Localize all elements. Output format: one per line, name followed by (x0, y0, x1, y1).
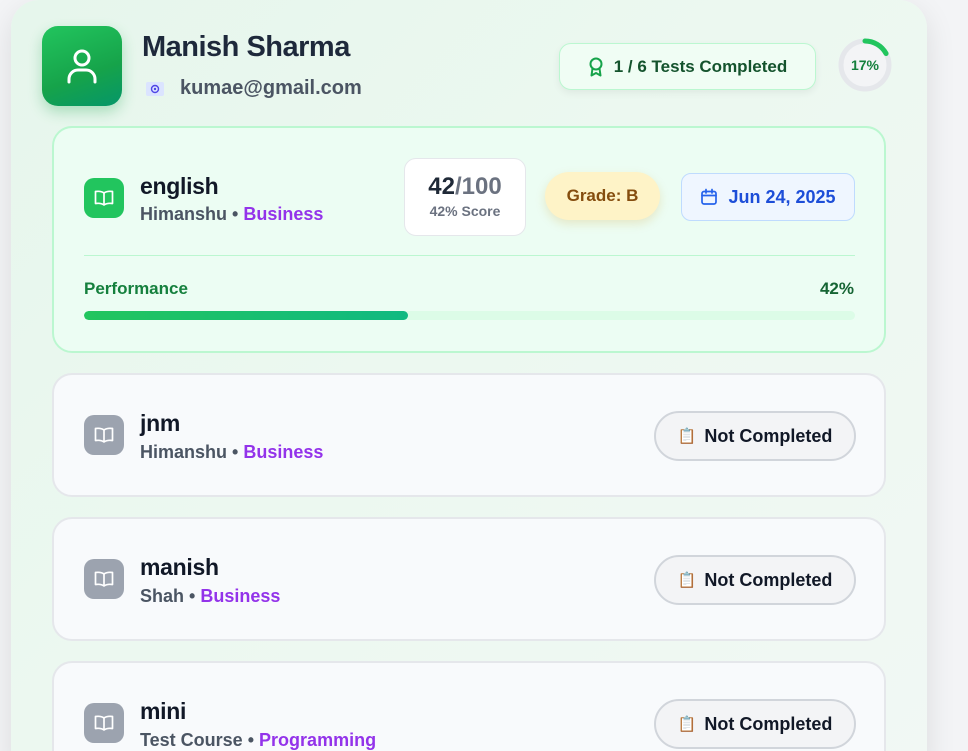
meta-separator: • (247, 730, 255, 750)
test-meta: Himanshu • Business (140, 204, 323, 225)
test-card-jnm[interactable]: jnm Himanshu • Business 📋 Not Completed (52, 373, 886, 497)
student-name: Manish Sharma (142, 31, 350, 63)
award-icon (589, 57, 603, 76)
test-meta: Test Course • Programming (140, 730, 376, 751)
email-row: kumae@gmail.com (146, 77, 362, 100)
meta-separator: • (232, 442, 239, 462)
meta-separator: • (232, 204, 239, 224)
test-card-manish[interactable]: manish Shah • Business 📋 Not Completed (52, 517, 886, 641)
not-completed-badge: 📋 Not Completed (654, 411, 856, 461)
performance-bar-fill (84, 311, 408, 320)
test-instructor: Test Course (140, 730, 243, 750)
test-meta: Himanshu • Business (140, 442, 323, 463)
test-instructor: Himanshu (140, 442, 228, 462)
user-icon (67, 49, 97, 84)
test-instructor: Shah (140, 586, 185, 606)
calendar-icon (701, 188, 718, 205)
performance-value: 42% (819, 279, 854, 298)
test-category: Business (200, 586, 281, 606)
test-category: Business (243, 442, 324, 462)
status-label: Not Completed (704, 713, 833, 734)
test-subject: jnm (140, 410, 180, 436)
test-subject: mini (140, 698, 187, 724)
student-email: kumae@gmail.com (180, 77, 362, 99)
tests-completed-label: 1 / 6 Tests Completed (613, 56, 788, 76)
book-icon (84, 178, 124, 218)
completion-percent: 17% (850, 57, 880, 73)
test-date: Jun 24, 2025 (728, 186, 836, 207)
avatar (42, 26, 122, 106)
divider (84, 255, 855, 256)
not-completed-badge: 📋 Not Completed (654, 555, 856, 605)
status-label: Not Completed (704, 569, 833, 590)
test-meta: Shah • Business (140, 586, 280, 607)
performance-label: Performance (84, 279, 188, 298)
test-card-mini[interactable]: mini Test Course • Programming 📋 Not Com… (52, 661, 886, 751)
status-label: Not Completed (704, 425, 833, 446)
score-value: 42/100 (405, 173, 525, 201)
score-total: /100 (454, 173, 502, 200)
test-subject: manish (140, 554, 219, 580)
clipboard-icon: 📋 (677, 428, 697, 445)
tests-completed-badge: 1 / 6 Tests Completed (559, 43, 816, 90)
email-icon (146, 81, 164, 96)
grade-badge: Grade: B (545, 172, 660, 220)
score-box: 42/100 42% Score (404, 158, 526, 236)
book-icon (84, 703, 124, 743)
performance-bar (84, 311, 855, 320)
not-completed-badge: 📋 Not Completed (654, 699, 856, 749)
score: 42 (428, 173, 455, 200)
student-results-card: Manish Sharma kumae@gmail.com 1 / 6 Test… (11, 0, 927, 751)
clipboard-icon: 📋 (677, 716, 697, 733)
test-subject: english (140, 173, 219, 199)
clipboard-icon: 📋 (677, 572, 697, 589)
test-category: Business (243, 204, 324, 224)
meta-separator: • (189, 586, 196, 606)
book-icon (84, 559, 124, 599)
score-percent-label: 42% Score (429, 203, 501, 219)
test-card-english[interactable]: english Himanshu • Business 42/100 42% S… (52, 126, 886, 353)
test-category: Programming (259, 730, 377, 750)
test-instructor: Himanshu (140, 204, 228, 224)
date-badge: Jun 24, 2025 (681, 173, 855, 221)
book-icon (84, 415, 124, 455)
